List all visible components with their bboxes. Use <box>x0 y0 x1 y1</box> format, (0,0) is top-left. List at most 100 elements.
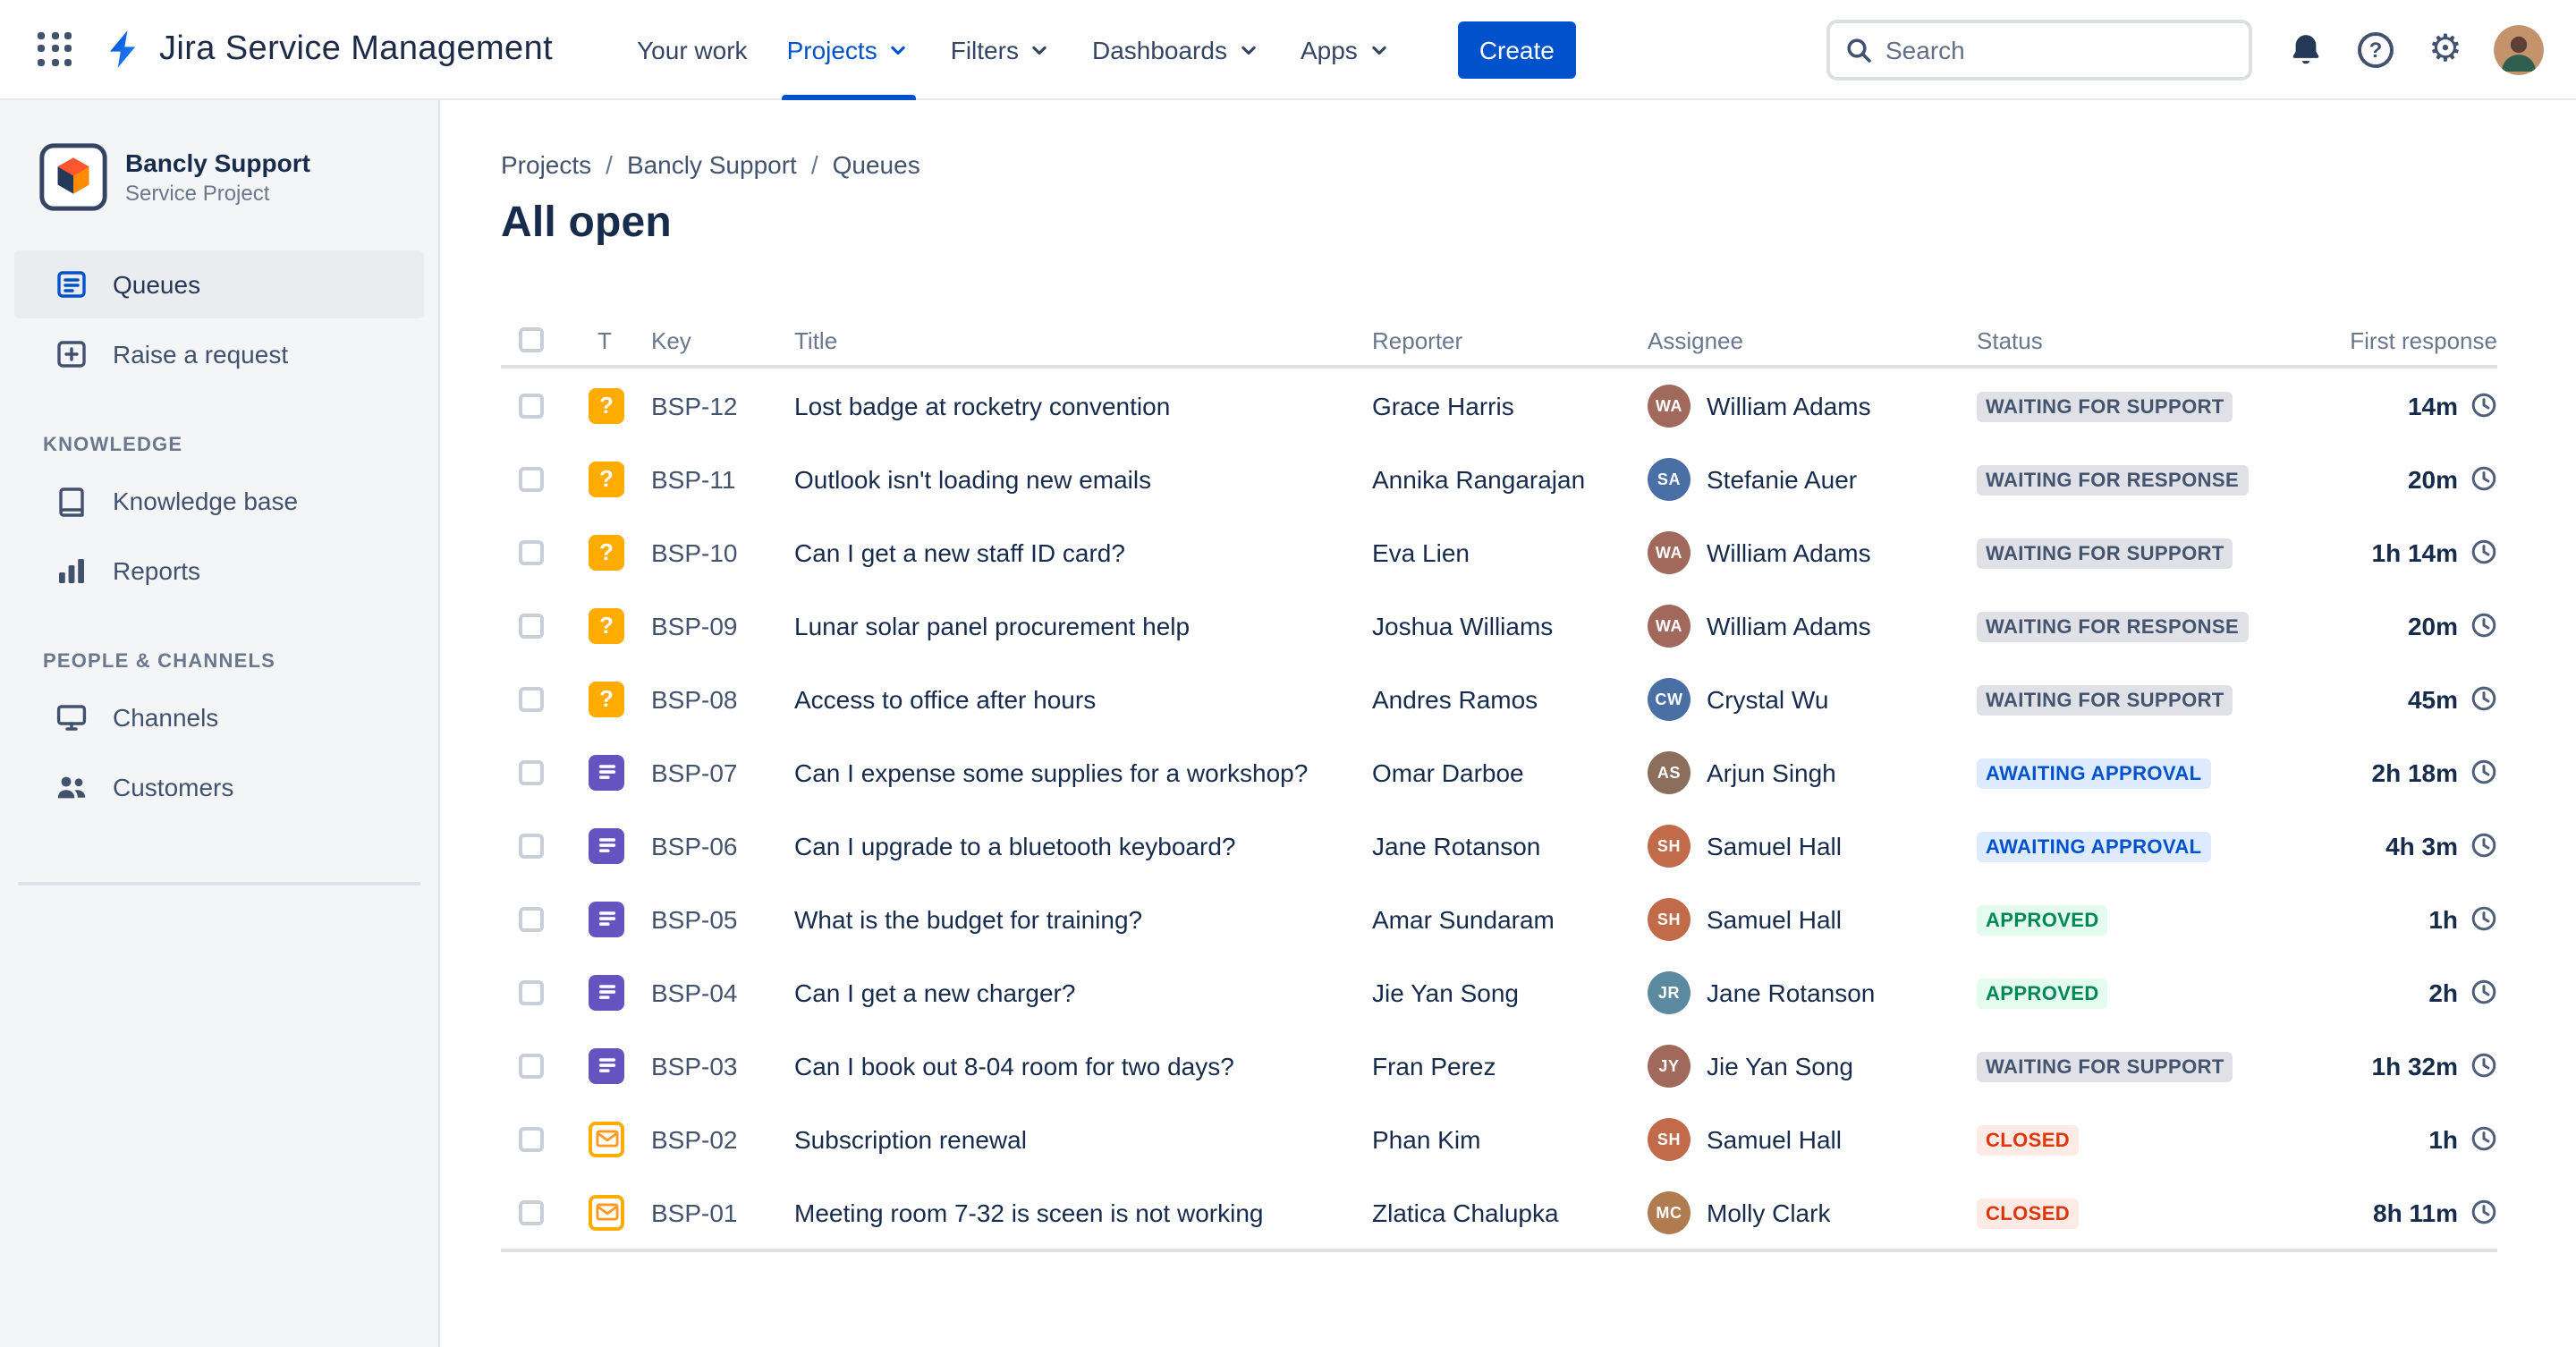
column-header-assignee[interactable]: Assignee <box>1648 326 1977 353</box>
clock-icon <box>2470 1125 2497 1152</box>
row-checkbox[interactable] <box>519 1199 544 1224</box>
row-checkbox[interactable] <box>519 1126 544 1151</box>
queue-table-row[interactable]: ? BSP-10 Can I get a new staff ID card? … <box>501 515 2497 589</box>
issue-title-link[interactable]: Subscription renewal <box>794 1124 1027 1153</box>
nav-item-label: Projects <box>786 35 877 64</box>
queue-table-row[interactable]: ? BSP-08 Access to office after hours An… <box>501 662 2497 735</box>
status-badge[interactable]: Awaiting approval <box>1977 831 2211 861</box>
issue-title-link[interactable]: Lunar solar panel procurement help <box>794 611 1190 640</box>
queue-table-row[interactable]: BSP-02 Subscription renewal Phan Kim SH … <box>501 1102 2497 1175</box>
issue-title-link[interactable]: Can I book out 8-04 room for two days? <box>794 1051 1234 1080</box>
status-badge[interactable]: Waiting for response <box>1977 464 2249 495</box>
first-response-cell: 20m <box>2334 611 2497 640</box>
reporter-name: Fran Perez <box>1372 1051 1496 1080</box>
status-badge[interactable]: Closed <box>1977 1124 2080 1155</box>
issue-title-link[interactable]: Can I get a new staff ID card? <box>794 538 1125 566</box>
sidebar-item-channels[interactable]: Channels <box>14 683 424 751</box>
queue-table-row[interactable]: ? BSP-09 Lunar solar panel procurement h… <box>501 589 2497 662</box>
issue-key: BSP-09 <box>651 611 738 640</box>
sidebar-item-label: Knowledge base <box>113 487 299 515</box>
row-checkbox[interactable] <box>519 833 544 858</box>
sidebar-item-raise-a-request[interactable]: Raise a request <box>14 320 424 388</box>
status-badge[interactable]: Approved <box>1977 978 2108 1008</box>
nav-item-filters[interactable]: Filters <box>931 0 1072 99</box>
jira-logo[interactable]: Jira Service Management <box>104 29 553 70</box>
queue-table-row[interactable]: BSP-03 Can I book out 8-04 room for two … <box>501 1029 2497 1102</box>
clock-icon <box>2470 905 2497 932</box>
settings-gear-icon[interactable]: ⚙ <box>2424 28 2467 71</box>
nav-item-projects[interactable]: Projects <box>767 0 931 99</box>
row-checkbox[interactable] <box>519 1053 544 1078</box>
queue-table-row[interactable]: ? BSP-11 Outlook isn't loading new email… <box>501 442 2497 515</box>
row-checkbox[interactable] <box>519 539 544 564</box>
issue-title-link[interactable]: Access to office after hours <box>794 684 1096 713</box>
row-checkbox[interactable] <box>519 466 544 491</box>
select-all-checkbox[interactable] <box>519 327 544 352</box>
project-header: Bancly Support Service Project <box>0 143 438 218</box>
main-content: Projects / Bancly Support / Queues All open … <box>442 100 2576 1347</box>
app-switcher-icon[interactable] <box>36 30 75 69</box>
row-checkbox[interactable] <box>519 686 544 711</box>
issue-title-link[interactable]: Can I get a new charger? <box>794 978 1075 1006</box>
global-search[interactable] <box>1826 19 2252 80</box>
status-badge[interactable]: Approved <box>1977 904 2108 935</box>
issue-title-link[interactable]: Lost badge at rocketry convention <box>794 391 1170 419</box>
column-header-key[interactable]: Key <box>651 326 794 353</box>
first-response-cell: 20m <box>2334 464 2497 493</box>
row-checkbox[interactable] <box>519 613 544 638</box>
status-badge[interactable]: Awaiting approval <box>1977 758 2211 788</box>
queue-table-row[interactable]: BSP-07 Can I expense some supplies for a… <box>501 735 2497 809</box>
top-navigation-bar: Jira Service Management Your work Project… <box>0 0 2576 100</box>
queue-table-row[interactable]: ? BSP-12 Lost badge at rocketry conventi… <box>501 369 2497 442</box>
sidebar-item-knowledge-base[interactable]: Knowledge base <box>14 467 424 535</box>
status-badge[interactable]: Closed <box>1977 1198 2080 1228</box>
search-input[interactable] <box>1885 35 2234 64</box>
clock-icon <box>2470 978 2497 1005</box>
help-icon[interactable]: ? <box>2354 28 2397 71</box>
queue-table-row[interactable]: BSP-06 Can I upgrade to a bluetooth keyb… <box>501 809 2497 882</box>
queue-table-row[interactable]: BSP-04 Can I get a new charger? Jie Yan … <box>501 955 2497 1029</box>
status-badge[interactable]: Waiting for support <box>1977 684 2233 715</box>
nav-item-dashboards[interactable]: Dashboards <box>1072 0 1281 99</box>
breadcrumb-link-projects[interactable]: Projects <box>501 150 591 179</box>
column-header-first-response[interactable]: First response <box>2334 326 2497 353</box>
notifications-bell-icon[interactable] <box>2284 28 2327 71</box>
sidebar-item-reports[interactable]: Reports <box>14 537 424 605</box>
sidebar-item-queues[interactable]: Queues <box>14 250 424 318</box>
issue-title-link[interactable]: Outlook isn't loading new emails <box>794 464 1151 493</box>
first-response-cell: 2h 18m <box>2334 758 2497 786</box>
status-badge[interactable]: Waiting for support <box>1977 538 2233 568</box>
status-badge[interactable]: Waiting for support <box>1977 391 2233 421</box>
column-header-title[interactable]: Title <box>794 326 1372 353</box>
nav-item-apps[interactable]: Apps <box>1281 0 1411 99</box>
issue-title-link[interactable]: Can I expense some supplies for a worksh… <box>794 758 1308 786</box>
issue-title-link[interactable]: What is the budget for training? <box>794 904 1142 933</box>
column-header-reporter[interactable]: Reporter <box>1372 326 1648 353</box>
chevron-down-icon <box>1367 37 1392 62</box>
project-sidebar: Bancly Support Service Project Queues Rai… <box>0 100 440 1347</box>
breadcrumb-link-bancly-support[interactable]: Bancly Support <box>627 150 797 179</box>
row-checkbox[interactable] <box>519 393 544 418</box>
assignee-cell: MC Molly Clark <box>1648 1190 1977 1233</box>
row-checkbox[interactable] <box>519 906 544 931</box>
queue-table-row[interactable]: BSP-05 What is the budget for training? … <box>501 882 2497 955</box>
assignee-name: Jie Yan Song <box>1707 1051 1853 1080</box>
create-button[interactable]: Create <box>1457 21 1576 78</box>
first-response-cell: 14m <box>2334 391 2497 419</box>
user-avatar[interactable] <box>2494 24 2544 74</box>
issue-title-link[interactable]: Can I upgrade to a bluetooth keyboard? <box>794 831 1236 860</box>
column-header-type[interactable]: T <box>580 326 651 353</box>
breadcrumb-link-queues[interactable]: Queues <box>833 150 920 179</box>
column-header-status[interactable]: Status <box>1977 326 2334 353</box>
reporter-name: Andres Ramos <box>1372 684 1538 713</box>
sidebar-item-customers[interactable]: Customers <box>14 753 424 821</box>
queue-table-row[interactable]: BSP-01 Meeting room 7-32 is sceen is not… <box>501 1175 2497 1249</box>
issue-title-link[interactable]: Meeting room 7-32 is sceen is not workin… <box>794 1198 1263 1226</box>
nav-item-your-work[interactable]: Your work <box>617 0 767 99</box>
issue-key: BSP-11 <box>651 464 736 493</box>
row-checkbox[interactable] <box>519 759 544 784</box>
row-checkbox[interactable] <box>519 979 544 1004</box>
service-request-type-icon <box>589 901 624 936</box>
status-badge[interactable]: Waiting for support <box>1977 1051 2233 1081</box>
status-badge[interactable]: Waiting for response <box>1977 611 2249 641</box>
